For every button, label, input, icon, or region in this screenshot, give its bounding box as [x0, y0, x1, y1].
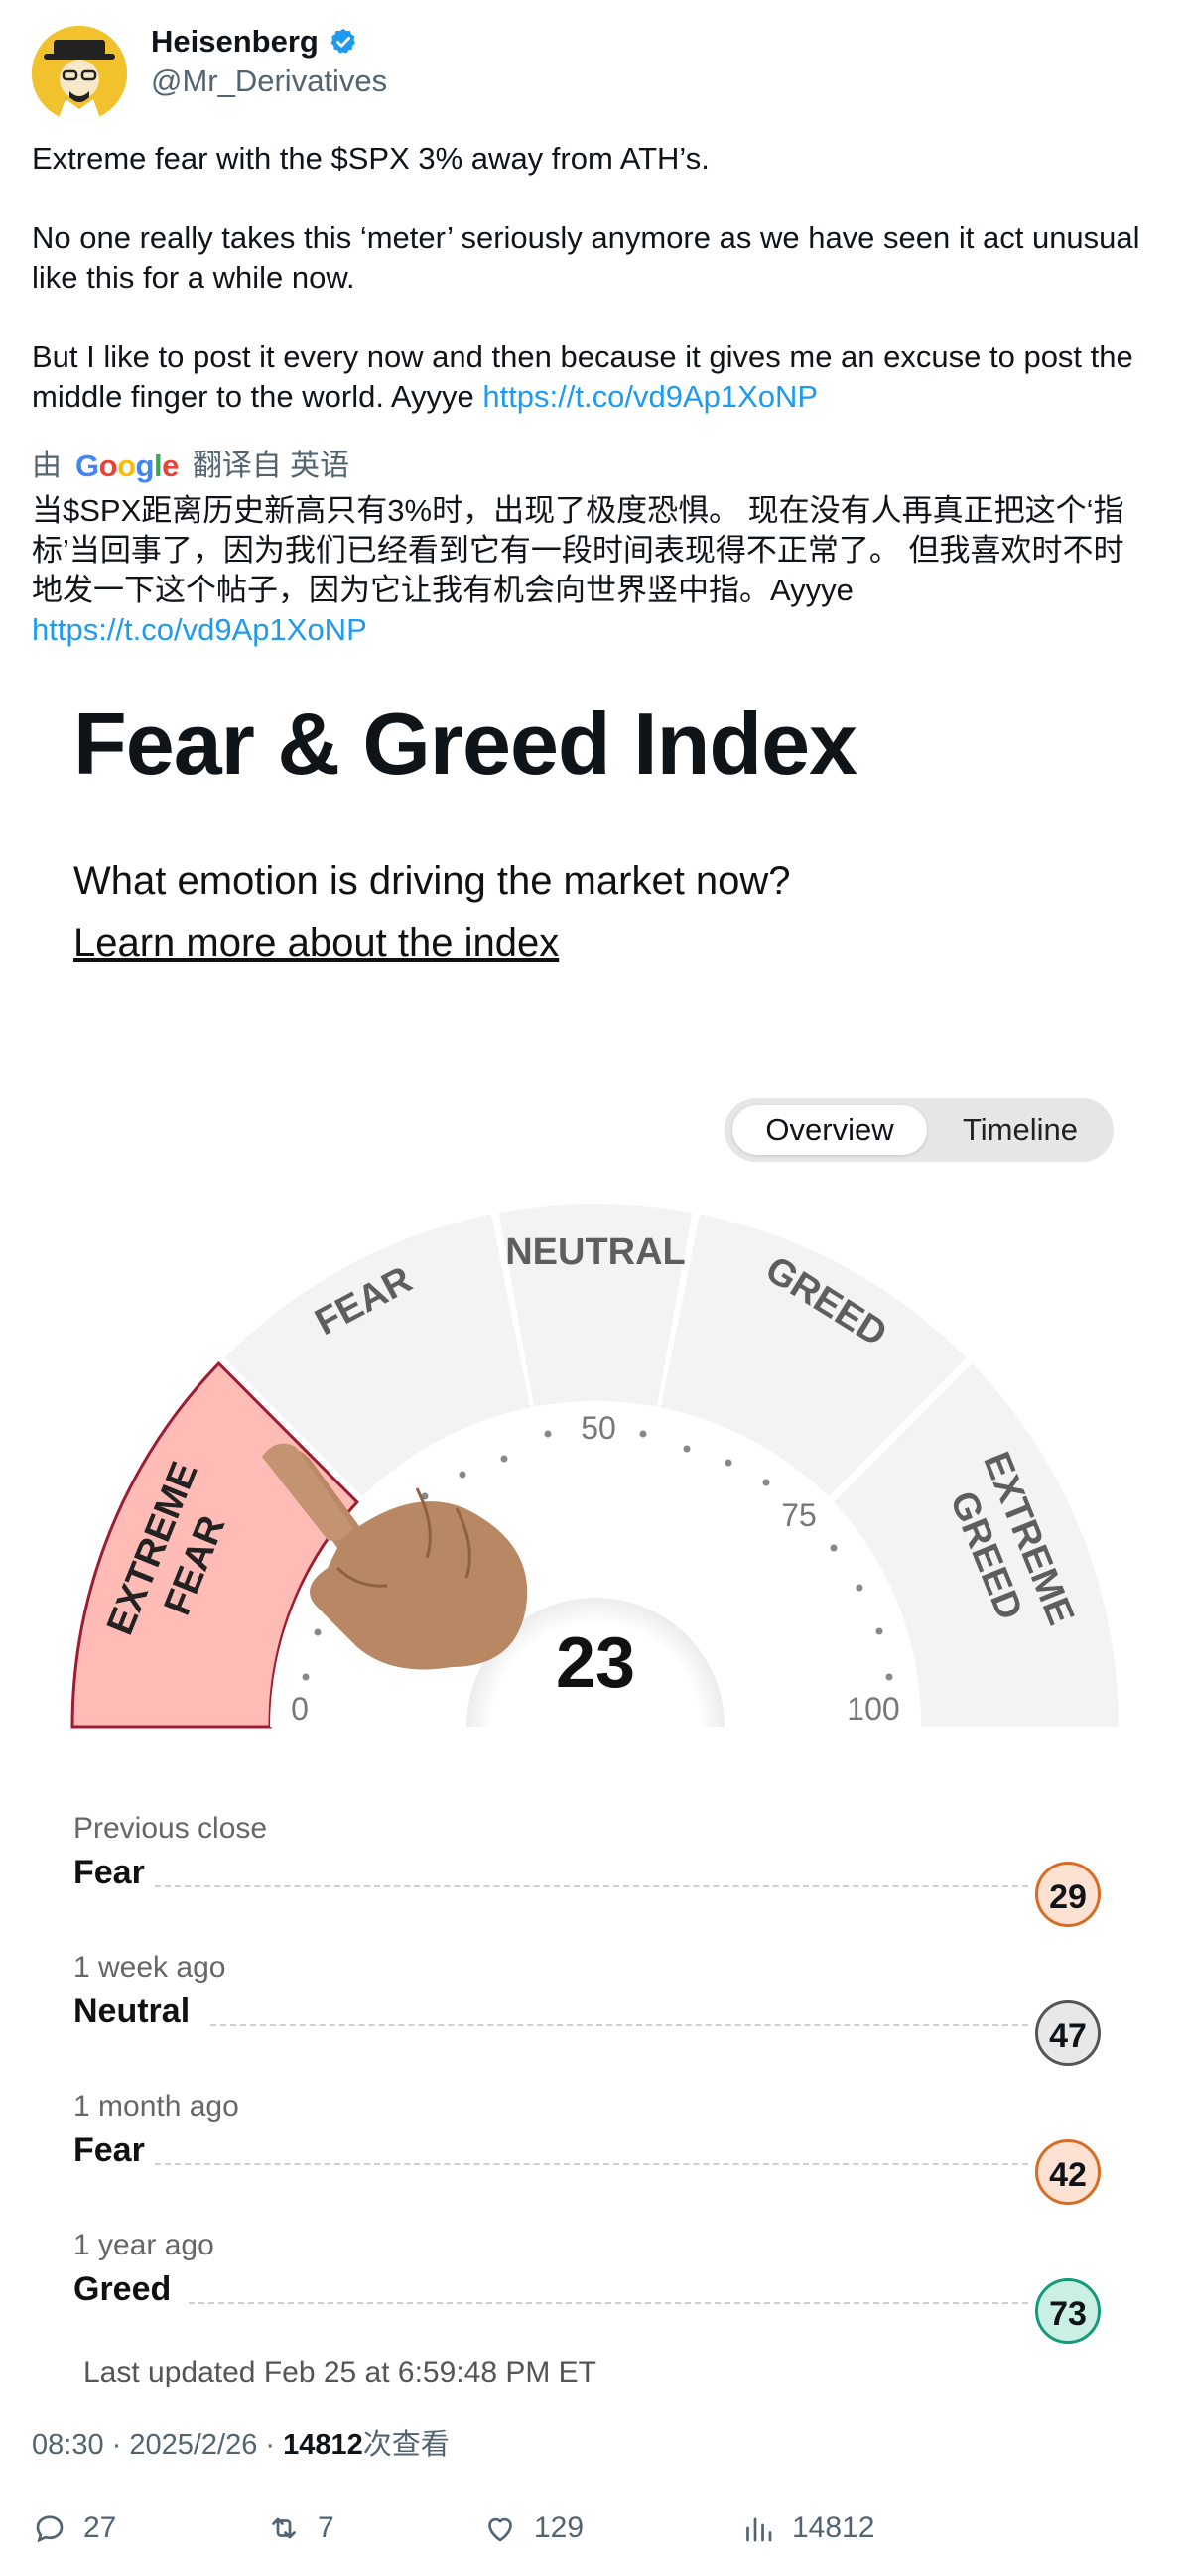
- translate-suffix: 翻译自 英语: [192, 450, 350, 482]
- index-title: Fear & Greed Index: [73, 695, 857, 793]
- views-button[interactable]: 14812: [740, 2511, 874, 2546]
- history-value-badge: 47: [1035, 2000, 1101, 2066]
- index-subtitle: What emotion is driving the market now?: [73, 859, 791, 903]
- translation-link[interactable]: https://t.co/vd9Ap1XoNP: [32, 612, 367, 647]
- retweet-count: 7: [318, 2512, 334, 2544]
- gauge-label-neutral: NEUTRAL: [505, 1231, 686, 1273]
- view-label: 次查看: [362, 2429, 450, 2461]
- analytics-icon: [746, 2517, 772, 2542]
- author-name[interactable]: Heisenberg: [151, 22, 319, 62]
- heisenberg-avatar-icon: [32, 26, 127, 121]
- author-name-row[interactable]: Heisenberg: [151, 22, 358, 62]
- dotted-divider: [155, 1885, 1028, 1887]
- history-label: Previous close: [73, 1812, 268, 1845]
- history-label: 1 week ago: [73, 1951, 226, 1984]
- tweet-text: Extreme fear with the $SPX 3% away from …: [32, 139, 1153, 417]
- gauge-tick-100: 100: [847, 1691, 899, 1727]
- author-handle[interactable]: @Mr_Derivatives: [151, 62, 387, 101]
- translated-text: 当$SPX距离历史新高只有3%时，出现了极度恐惧。 现在没有人再真正把这个‘指标…: [32, 491, 1153, 650]
- avatar[interactable]: [32, 26, 127, 121]
- history-rating: Neutral: [73, 1993, 191, 2030]
- history-value-badge: 29: [1035, 1862, 1101, 1927]
- dotted-divider: [189, 2302, 1028, 2304]
- last-updated: Last updated Feb 25 at 6:59:48 PM ET: [83, 2356, 597, 2388]
- gauge-tick-0: 0: [291, 1691, 309, 1727]
- translation-body: 当$SPX距离历史新高只有3%时，出现了极度恐惧。 现在没有人再真正把这个‘指标…: [32, 493, 1124, 607]
- view-count: 14812: [283, 2429, 363, 2461]
- tweet-timestamp[interactable]: 08:30 · 2025/2/26 · 14812次查看: [32, 2425, 450, 2465]
- translation-attribution: 由 Google 翻译自 英语: [32, 447, 349, 486]
- gauge-value: 23: [556, 1623, 635, 1703]
- tab-timeline: Timeline: [963, 1112, 1078, 1147]
- verified-badge-icon: [330, 28, 355, 54]
- history-rating: Fear: [73, 2131, 145, 2169]
- history-label: 1 year ago: [73, 2229, 214, 2261]
- history-value-badge: 42: [1035, 2139, 1101, 2205]
- history-rating: Greed: [73, 2270, 172, 2308]
- learn-more-link: Learn more about the index: [73, 921, 560, 965]
- retweet-button[interactable]: 7: [266, 2511, 334, 2546]
- dotted-divider: [210, 2024, 1028, 2026]
- history-value-badge: 73: [1035, 2278, 1101, 2344]
- reply-icon: [36, 2515, 64, 2543]
- retweet-icon: [272, 2517, 296, 2539]
- tweet-body: Extreme fear with the $SPX 3% away from …: [32, 141, 1140, 414]
- like-count: 129: [534, 2512, 585, 2544]
- reply-button[interactable]: 27: [32, 2511, 116, 2546]
- reply-count: 27: [83, 2512, 117, 2544]
- history-rating: Fear: [73, 1854, 145, 1891]
- like-button[interactable]: 129: [482, 2511, 584, 2546]
- tab-overview: Overview: [732, 1105, 927, 1155]
- tweet-link[interactable]: https://t.co/vd9Ap1XoNP: [482, 379, 818, 414]
- views-count: 14812: [792, 2512, 875, 2544]
- fear-greed-gauge: FEAR NEUTRAL GREED EXTREMEGREED EXTREMEF…: [70, 1204, 1119, 1746]
- dotted-divider: [155, 2163, 1028, 2165]
- tweet-actions-bar: 27 7 129 14812: [32, 2511, 1153, 2554]
- timestamp-text[interactable]: 08:30 · 2025/2/26 ·: [32, 2429, 283, 2461]
- translate-prefix: 由: [32, 450, 62, 482]
- history-label: 1 month ago: [73, 2090, 239, 2123]
- gauge-tick-50: 50: [581, 1410, 616, 1446]
- gauge-tick-75: 75: [781, 1497, 817, 1533]
- heart-icon: [488, 2517, 512, 2542]
- google-logo-icon: Google: [75, 449, 179, 483]
